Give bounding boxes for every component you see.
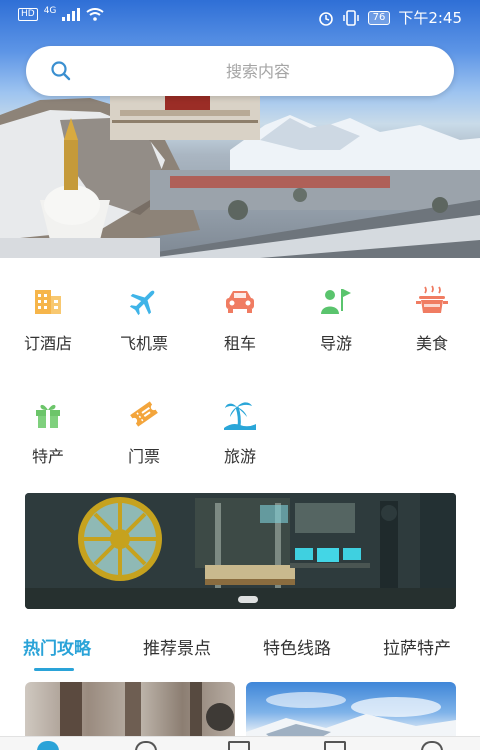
vibrate-icon (342, 9, 359, 26)
hd-badge: HD (18, 8, 38, 21)
category-car-rental[interactable]: 租车 (192, 284, 288, 364)
category-ticket[interactable]: 门票 (96, 397, 192, 477)
category-label: 美食 (415, 334, 448, 353)
category-label: 导游 (319, 334, 352, 353)
search-bar[interactable] (26, 46, 454, 96)
tab-hot-guides[interactable]: 热门攻略 (23, 634, 91, 659)
category-specialty[interactable]: 特产 (0, 397, 96, 477)
guide-icon (321, 289, 351, 314)
airplane-icon (129, 290, 155, 316)
promo-banner[interactable] (25, 493, 456, 609)
category-flight[interactable]: 飞机票 (96, 284, 192, 364)
potala-palace-photo (0, 96, 480, 258)
category-label: 特产 (31, 447, 64, 466)
active-tab-indicator (34, 668, 74, 671)
category-label: 门票 (127, 447, 160, 466)
map-icon[interactable] (228, 741, 250, 750)
category-food[interactable]: 美食 (384, 284, 480, 364)
palm-island-icon (224, 402, 256, 430)
network-type-label: 4G (43, 5, 57, 16)
tab-lhasa-specialties[interactable]: 拉萨特产 (383, 634, 451, 659)
orders-icon[interactable] (324, 741, 346, 750)
signal-icon (62, 8, 81, 21)
content-tabs: 热门攻略 推荐景点 特色线路 拉萨特产 (0, 628, 480, 672)
tab-featured-routes[interactable]: 特色线路 (263, 634, 331, 659)
alarm-icon (318, 11, 333, 26)
status-bar: HD 4G 76 下午2:45 (0, 0, 480, 34)
food-pot-icon (416, 285, 448, 313)
ticket-icon (130, 401, 158, 427)
gift-icon (36, 404, 60, 428)
explore-icon[interactable] (135, 741, 157, 750)
search-icon[interactable] (50, 60, 72, 82)
bottom-nav (0, 736, 480, 750)
category-label: 飞机票 (119, 334, 168, 353)
battery-icon: 76 (367, 10, 391, 25)
sci-fi-room-image (25, 493, 456, 609)
home-icon[interactable] (37, 741, 59, 750)
category-hotel[interactable]: 订酒店 (0, 284, 96, 364)
car-icon (226, 291, 254, 313)
hero-banner: HD 4G 76 下午2:45 (0, 0, 480, 258)
category-label: 租车 (223, 334, 256, 353)
carousel-indicator (238, 596, 258, 603)
tab-recommended-sights[interactable]: 推荐景点 (143, 634, 211, 659)
wifi-icon (86, 8, 105, 21)
category-label: 旅游 (223, 447, 256, 466)
category-label: 订酒店 (23, 334, 72, 353)
clock-time: 下午2:45 (398, 9, 462, 27)
category-travel[interactable]: 旅游 (192, 397, 288, 477)
category-guide[interactable]: 导游 (288, 284, 384, 364)
profile-icon[interactable] (421, 741, 443, 750)
hotel-icon (35, 290, 61, 314)
search-input[interactable] (86, 58, 430, 84)
